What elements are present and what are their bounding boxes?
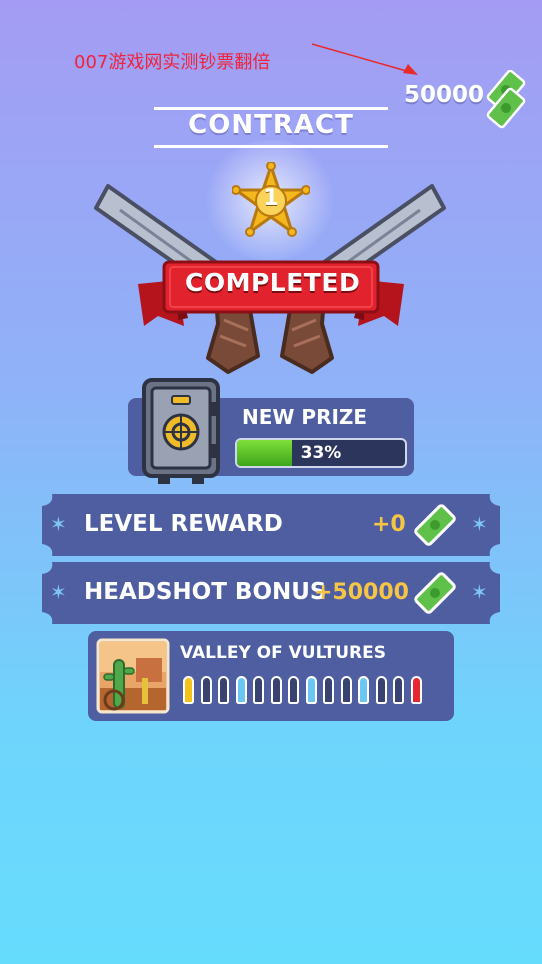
safe-icon <box>142 378 220 484</box>
currency-amount: 50000 <box>403 82 484 108</box>
bullet-icon <box>270 676 282 704</box>
bullet-icon <box>183 676 194 704</box>
bullet-icon <box>340 676 352 704</box>
star-left-icon: ✶ <box>50 580 67 604</box>
level-reward-value: +0 <box>372 512 406 537</box>
new-prize-label: NEW PRIZE <box>242 405 368 429</box>
cash-stack-icon <box>486 70 526 129</box>
bullet-icon <box>410 676 422 704</box>
completed-banner-text: COMPLETED <box>185 268 361 297</box>
star-right-icon: ✶ <box>471 580 488 604</box>
star-right-icon: ✶ <box>471 512 488 536</box>
badge-number: 1 <box>263 186 279 211</box>
bullet-icon <box>393 676 404 704</box>
bullet-icon <box>253 676 264 704</box>
watermark-text: 007游戏网实测钞票翻倍 <box>74 52 271 73</box>
cash-icon <box>414 572 456 614</box>
annotation-arrow <box>311 43 418 75</box>
bullet-icon <box>288 676 299 704</box>
level-name: VALLEY OF VULTURES <box>180 643 386 663</box>
bullet-icon <box>235 676 247 704</box>
bullet-icon <box>200 676 212 704</box>
star-left-icon: ✶ <box>50 512 67 536</box>
bullet-icon <box>375 676 387 704</box>
level-reward-label: LEVEL REWARD <box>84 511 283 537</box>
headshot-bonus-label: HEADSHOT BONUS <box>84 579 327 605</box>
prize-progress-text: 33% <box>300 443 342 463</box>
level-thumbnail <box>96 638 170 714</box>
bullet-icon <box>218 676 229 704</box>
cash-icon <box>414 504 456 546</box>
bullet-icon <box>323 676 334 704</box>
bullet-icon <box>358 676 369 704</box>
page-title: CONTRACT <box>188 110 354 140</box>
prize-progress-bar: 33% <box>235 438 407 468</box>
headshot-bonus-value: +50000 <box>314 580 409 605</box>
bullet-icon <box>305 676 317 704</box>
